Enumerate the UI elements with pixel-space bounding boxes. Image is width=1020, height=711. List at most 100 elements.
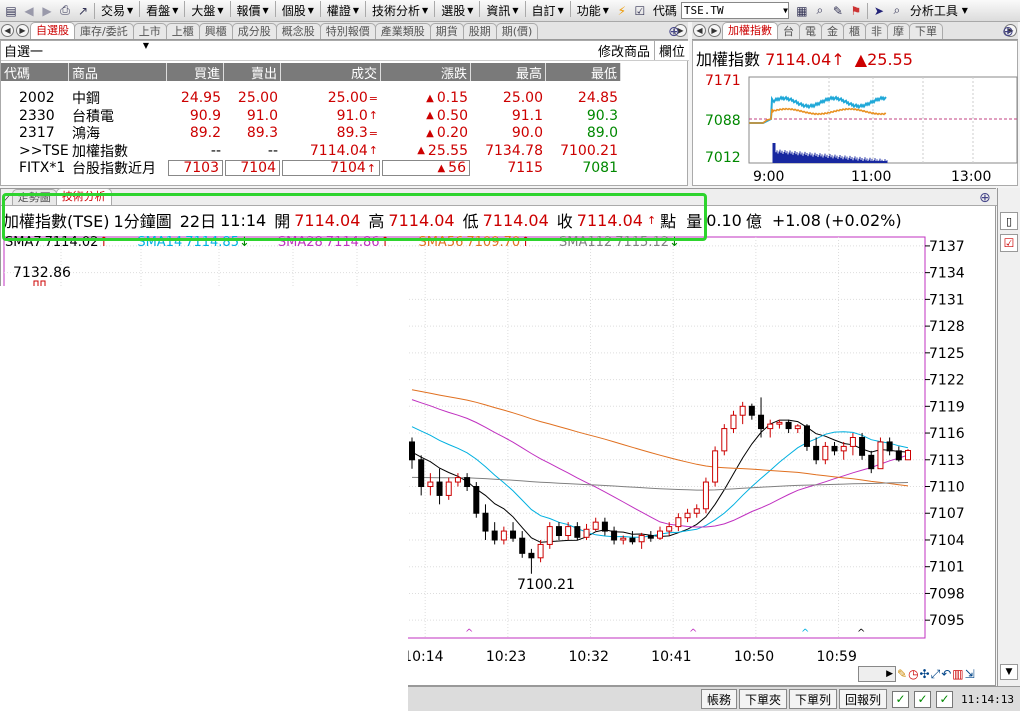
scroll-right-button[interactable]: ▶ [858, 666, 896, 682]
column-header-cell[interactable]: 成交 [281, 63, 381, 82]
tab-mini[interactable]: 下單 [909, 23, 943, 39]
tab-watchlist[interactable]: 期貨 [429, 23, 464, 39]
panel-button[interactable]: ▯ [1000, 212, 1018, 230]
group-select[interactable]: 自選一 ▼ [4, 41, 149, 60]
scroll-right-icon[interactable]: ▶ [16, 24, 29, 37]
table-row[interactable]: 2330 台積電 90.9 91.0 91.0 ↑ ▲ 0.50 91.1 90.3 [1, 107, 689, 125]
scroll-left-icon[interactable]: ◀ [1, 24, 14, 37]
menu-item[interactable]: 選股 ▼ [437, 1, 477, 21]
menu-item[interactable]: 權證 ▼ [323, 1, 363, 21]
menu-icon[interactable]: ▤ [2, 2, 20, 20]
column-header-cell[interactable]: 漲跌 [381, 63, 471, 82]
tab-mini[interactable]: 台 [777, 23, 800, 39]
tab-watchlist[interactable]: 上市 [132, 23, 167, 39]
order-folder-button[interactable]: 下單夾 [738, 689, 787, 709]
tab-mini[interactable]: 摩 [887, 23, 910, 39]
analysis-tool-menu[interactable]: 分析工具 ▼ [906, 1, 972, 21]
chart-tool-row: ▶ ✎ ◷ ✣ ⤢ ↶ ▥ ⇲ [858, 666, 975, 682]
report-bar-button[interactable]: 回報列 [839, 689, 888, 709]
tools-icon[interactable]: ✎ [829, 2, 847, 20]
status-check-2[interactable]: ✓ [914, 690, 932, 708]
print-icon[interactable]: ⎙ [56, 2, 74, 20]
scroll-down-icon[interactable]: ▼ [1000, 664, 1018, 680]
tab-mini[interactable]: 電 [799, 23, 822, 39]
tab-mini[interactable]: 加權指數 [722, 22, 778, 39]
menu-item[interactable]: 資訊 ▼ [482, 1, 522, 21]
menu-item[interactable]: 自訂 ▼ [528, 1, 568, 21]
tab-watchlist[interactable]: 成分股 [231, 23, 277, 39]
column-header-cell[interactable]: 賣出 [224, 63, 281, 82]
column-header-cell[interactable]: 最低 [546, 63, 621, 82]
column-header-cell[interactable]: 商品 [69, 63, 167, 82]
tab-watchlist[interactable]: 上櫃 [165, 23, 200, 39]
tab-mini[interactable]: 非 [865, 23, 888, 39]
alert-icon[interactable]: ⚑ [847, 2, 865, 20]
tab-mini[interactable]: 櫃 [843, 23, 866, 39]
table-row[interactable]: FITX*1 台股指數近月 7103 7104 7104 ↑ ▲ 56 7115 7081 [1, 159, 689, 177]
candle-body [721, 428, 728, 452]
candle-body [675, 517, 682, 528]
bar-chart-icon[interactable]: ▥ [952, 667, 963, 681]
zoom-icon[interactable]: ⊕ [1002, 24, 1014, 40]
cell-value: 56 [448, 160, 466, 176]
fit-icon[interactable]: ⤢ [931, 667, 941, 682]
menu-item[interactable]: 報價 ▼ [233, 1, 273, 21]
table-row[interactable]: >>TSE 加權指數 -- -- 7114.04 ↑ ▲ 25.55 7134.78 7100.2… [1, 142, 689, 160]
checklist-icon[interactable]: ☑ [631, 2, 649, 20]
accounting-button[interactable]: 帳務 [700, 689, 737, 709]
search-icon[interactable]: ⌕ [811, 2, 829, 20]
cell-high: 7115 [471, 159, 546, 177]
tab-watchlist[interactable]: 庫存/委託 [74, 23, 134, 39]
menu-item[interactable]: 交易 ▼ [97, 1, 137, 21]
cell-value: 91.0 [336, 107, 368, 124]
menu-item[interactable]: 個股 ▼ [278, 1, 318, 21]
tab-mini[interactable]: 金 [821, 23, 844, 39]
checkbox-icon[interactable]: ☑ [1000, 234, 1018, 252]
column-header-cell[interactable]: 代碼 [1, 63, 69, 82]
column-header-cell[interactable]: 買進 [167, 63, 224, 82]
forward-icon[interactable]: ▶ [38, 2, 56, 20]
back-icon[interactable]: ◀ [20, 2, 38, 20]
quote-icon[interactable]: ▦ [793, 2, 811, 20]
cell-code: 2002 [1, 89, 69, 107]
order-bar-button[interactable]: 下單列 [788, 689, 837, 709]
cursor-icon[interactable]: ➤ [870, 2, 888, 20]
column-header-cell[interactable]: 最高 [471, 63, 546, 82]
tab-watchlist[interactable]: 期(價) [495, 23, 539, 39]
zoom-icon[interactable]: ⊕ [668, 24, 680, 40]
table-row[interactable]: 2317 鴻海 89.2 89.3 89.3 = ▲ 0.20 90.0 89.0 [1, 124, 689, 142]
code-combobox[interactable]: TSE.TW ▼ [680, 2, 789, 19]
candle-body [574, 526, 581, 538]
status-check-3[interactable]: ✓ [936, 690, 954, 708]
expand-icon[interactable]: ⇲ [965, 667, 975, 681]
table-row[interactable]: 2002 中鋼 24.95 25.00 25.00 = ▲ 0.15 25.00 24.85 [1, 89, 689, 107]
separator [365, 0, 367, 17]
link-icon[interactable]: ↗ [74, 2, 92, 20]
tab-watchlist[interactable]: 自選股 [30, 22, 75, 39]
menu-item[interactable]: 大盤 ▼ [187, 1, 227, 21]
tab-watchlist[interactable]: 股期 [462, 23, 497, 39]
menu-item-label: 功能 [576, 4, 601, 18]
status-check-1[interactable]: ✓ [892, 690, 910, 708]
crosshair-icon[interactable]: ✣ [920, 667, 930, 681]
cell-high: 90.0 [471, 124, 546, 142]
flash-icon[interactable]: ⚡ [613, 2, 631, 20]
tab-watchlist[interactable]: 概念股 [275, 23, 321, 39]
menu-item-label: 選股 [441, 4, 466, 18]
columns-button[interactable]: 欄位 [655, 41, 689, 60]
menu-item[interactable]: 功能 ▼ [573, 1, 613, 21]
scroll-left-icon[interactable]: ◀ [693, 24, 706, 37]
draw-tool-icon[interactable]: ✎ [897, 667, 907, 681]
edit-products-button[interactable]: 修改商品 [594, 41, 655, 60]
menu-item[interactable]: 看盤 ▼ [142, 1, 182, 21]
tab-watchlist[interactable]: 產業類股 [374, 23, 431, 39]
undo-icon[interactable]: ↶ [941, 667, 951, 681]
cell-bid: 89.2 [167, 124, 224, 142]
tab-watchlist[interactable]: 特別報價 [319, 23, 376, 39]
tab-watchlist[interactable]: 興櫃 [198, 23, 233, 39]
scroll-right-icon[interactable]: ▶ [708, 24, 721, 37]
analysis-icon[interactable]: ⌕ [888, 2, 906, 20]
mini-xtick: 9:00 [753, 169, 784, 185]
clock-icon[interactable]: ◷ [908, 667, 918, 681]
menu-item[interactable]: 技術分析 ▼ [368, 1, 432, 21]
